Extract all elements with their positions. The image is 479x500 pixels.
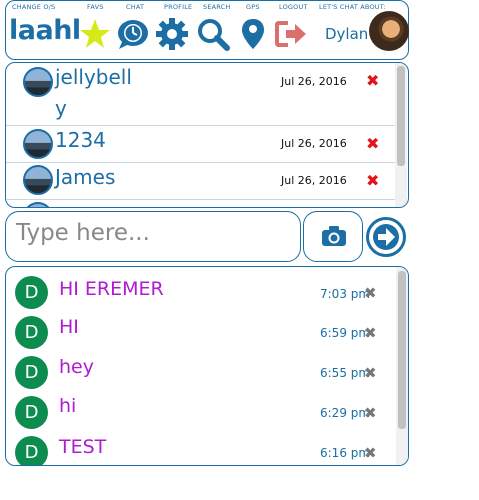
delete-message-icon[interactable]: ✖ xyxy=(364,444,377,462)
nav-label-change-os[interactable]: CHANGE O/S xyxy=(12,3,55,11)
message-text: HI xyxy=(59,316,79,338)
contact-avatar xyxy=(23,165,53,195)
contact-date: Jul 26, 2016 xyxy=(281,137,347,150)
message-item: D hi 6:29 pm ✖ xyxy=(6,393,396,431)
map-pin-icon[interactable] xyxy=(236,17,270,51)
conversation-row-partial[interactable] xyxy=(6,199,395,207)
delete-message-icon[interactable]: ✖ xyxy=(364,324,377,342)
message-thread: D HI EREMER 7:03 pm ✖ D HI 6:59 pm ✖ D h… xyxy=(5,266,409,466)
camera-button[interactable] xyxy=(303,211,363,262)
arrow-right-circle-icon xyxy=(373,224,399,250)
delete-message-icon[interactable]: ✖ xyxy=(364,404,377,422)
conversation-row[interactable]: James Jul 26, 2016 ✖ xyxy=(6,162,395,200)
message-time: 6:29 pm xyxy=(320,406,371,420)
message-item: D hey 6:55 pm ✖ xyxy=(6,353,396,391)
contact-name-wrap: y xyxy=(55,96,67,120)
nav-label-chat-about: LET'S CHAT ABOUT: xyxy=(319,3,386,11)
delete-conversation-icon[interactable]: ✖ xyxy=(366,134,379,153)
conversation-row[interactable]: jellybell y Jul 26, 2016 ✖ xyxy=(6,63,395,126)
contact-avatar xyxy=(23,202,53,207)
search-icon[interactable] xyxy=(196,17,230,51)
user-name[interactable]: Dylan xyxy=(325,25,368,43)
app-logo[interactable]: laahl xyxy=(9,15,81,46)
nav-label-chat[interactable]: CHAT xyxy=(126,3,144,11)
send-button[interactable] xyxy=(366,217,406,257)
conversation-list-scroll-thumb[interactable] xyxy=(397,66,405,166)
message-time: 7:03 pm xyxy=(320,287,371,301)
message-avatar[interactable]: D xyxy=(15,276,48,309)
message-text: HI EREMER xyxy=(59,278,164,300)
contact-avatar xyxy=(23,67,53,97)
message-text: TEST xyxy=(59,436,107,458)
message-item: D HI 6:59 pm ✖ xyxy=(6,313,396,351)
contact-name: 1234 xyxy=(55,128,106,152)
contact-name: jellybell xyxy=(55,65,132,89)
contact-avatar xyxy=(23,129,53,159)
nav-label-favs[interactable]: FAVS xyxy=(87,3,104,11)
nav-label-gps[interactable]: GPS xyxy=(246,3,260,11)
message-avatar[interactable]: D xyxy=(15,356,48,389)
message-input[interactable]: Type here... xyxy=(5,211,301,262)
message-time: 6:16 pm xyxy=(320,446,371,460)
message-item: D TEST 6:16 pm ✖ xyxy=(6,433,396,465)
star-icon[interactable] xyxy=(78,17,112,51)
camera-icon xyxy=(322,226,346,246)
delete-message-icon[interactable]: ✖ xyxy=(364,284,377,302)
delete-message-icon[interactable]: ✖ xyxy=(364,364,377,382)
conversation-row[interactable]: 1234 Jul 26, 2016 ✖ xyxy=(6,125,395,163)
message-time: 6:55 pm xyxy=(320,366,371,380)
message-avatar[interactable]: D xyxy=(15,396,48,429)
delete-conversation-icon[interactable]: ✖ xyxy=(366,171,379,190)
nav-label-logout[interactable]: LOGOUT xyxy=(279,3,308,11)
nav-label-search[interactable]: SEARCH xyxy=(203,3,231,11)
message-text: hi xyxy=(59,395,77,417)
message-text: hey xyxy=(59,356,94,378)
gear-icon[interactable] xyxy=(155,17,189,51)
delete-conversation-icon[interactable]: ✖ xyxy=(366,71,379,90)
contact-date: Jul 26, 2016 xyxy=(281,174,347,187)
message-item: D HI EREMER 7:03 pm ✖ xyxy=(6,273,396,311)
message-time: 6:59 pm xyxy=(320,326,371,340)
chat-clock-icon[interactable] xyxy=(116,17,150,51)
nav-label-profile[interactable]: PROFILE xyxy=(164,3,192,11)
message-avatar[interactable]: D xyxy=(15,316,48,349)
message-avatar[interactable]: D xyxy=(15,436,48,465)
contact-name: James xyxy=(55,165,116,189)
user-avatar[interactable] xyxy=(369,11,409,51)
contact-date: Jul 26, 2016 xyxy=(281,75,347,88)
conversation-list: jellybell y Jul 26, 2016 ✖ 1234 Jul 26, … xyxy=(5,62,409,208)
message-thread-scroll-thumb[interactable] xyxy=(398,271,406,429)
logout-icon[interactable] xyxy=(274,17,308,51)
